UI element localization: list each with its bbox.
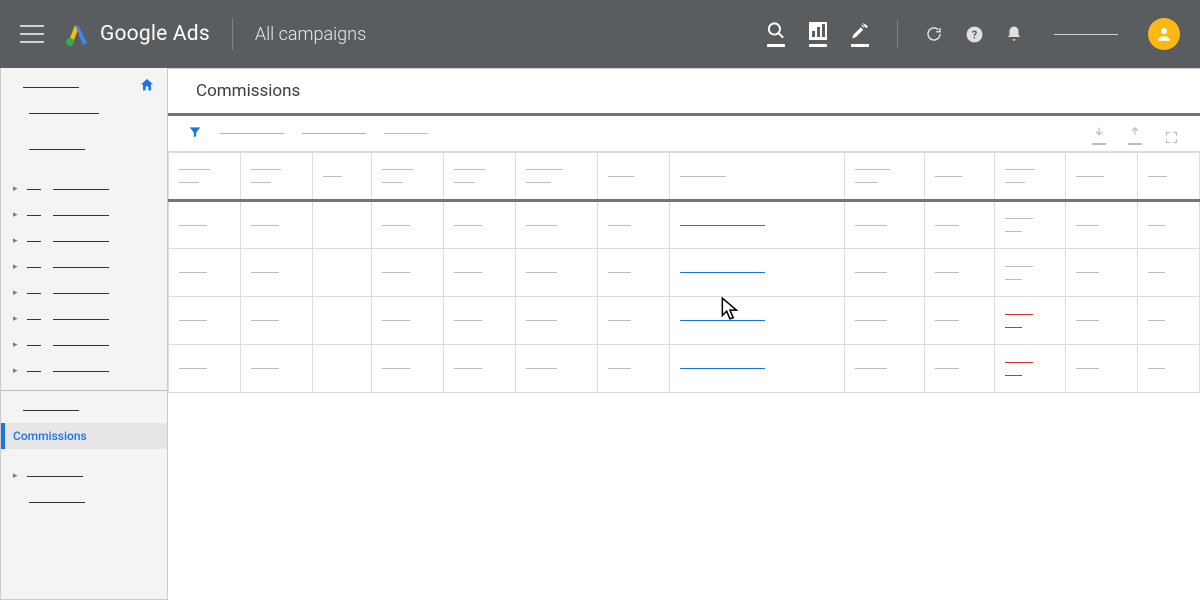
product-logo[interactable]: Google Ads: [64, 21, 210, 47]
product-name: Google Ads: [100, 22, 210, 46]
notifications-icon[interactable]: [1004, 24, 1024, 44]
scope-selector[interactable]: All campaigns: [255, 24, 366, 45]
sidebar-item-commissions[interactable]: Commissions: [1, 423, 167, 449]
search-icon[interactable]: [765, 21, 787, 47]
column-header[interactable]: [312, 153, 372, 201]
column-header[interactable]: [444, 153, 516, 201]
sidebar-item[interactable]: ▸: [1, 228, 167, 254]
sidebar-item[interactable]: ▸: [1, 280, 167, 306]
divider: [232, 18, 233, 50]
filter-chip[interactable]: [220, 133, 284, 134]
sidebar-item[interactable]: ▸: [1, 306, 167, 332]
upload-icon[interactable]: [1126, 123, 1144, 145]
column-header[interactable]: [994, 153, 1066, 201]
help-icon[interactable]: ?: [964, 24, 984, 44]
filter-icon[interactable]: [188, 124, 202, 143]
column-header[interactable]: [1138, 153, 1200, 201]
table-row[interactable]: [169, 201, 1200, 249]
reports-icon[interactable]: [807, 21, 829, 47]
divider: [897, 20, 898, 48]
refresh-icon[interactable]: [924, 24, 944, 44]
column-header[interactable]: [844, 153, 924, 201]
sidebar-item[interactable]: ▸: [1, 254, 167, 280]
tools-icon[interactable]: [849, 21, 871, 47]
sidebar-item[interactable]: ▸: [1, 202, 167, 228]
sidebar-item[interactable]: ▸: [1, 332, 167, 358]
sidebar-item[interactable]: ▸: [1, 463, 167, 489]
main-content: Commissions: [168, 68, 1200, 600]
table-row[interactable]: [169, 249, 1200, 297]
svg-text:?: ?: [971, 28, 977, 41]
sidebar-item[interactable]: [1, 489, 167, 515]
download-icon[interactable]: [1090, 123, 1108, 145]
sidebar-item[interactable]: [1, 100, 167, 126]
sidebar-item[interactable]: ▸: [1, 358, 167, 384]
sidebar-overview[interactable]: [1, 74, 167, 100]
column-header[interactable]: [924, 153, 994, 201]
column-header[interactable]: [1066, 153, 1138, 201]
filter-chip[interactable]: [302, 133, 366, 134]
filter-bar: [168, 116, 1200, 152]
menu-button[interactable]: [20, 25, 44, 43]
sidebar-item[interactable]: [1, 397, 167, 423]
column-header[interactable]: [598, 153, 670, 201]
page-title: Commissions: [168, 69, 1200, 113]
app-header: Google Ads All campaigns: [0, 0, 1200, 68]
filter-chip[interactable]: [384, 133, 428, 134]
expand-icon[interactable]: [1162, 123, 1180, 145]
column-header[interactable]: [240, 153, 312, 201]
commissions-table: [168, 152, 1200, 393]
table-row[interactable]: [169, 297, 1200, 345]
account-placeholder: [1054, 34, 1118, 35]
column-header[interactable]: [372, 153, 444, 201]
header-actions: ?: [765, 18, 1180, 50]
sidebar-item[interactable]: ▸: [1, 176, 167, 202]
table-header-row: [169, 153, 1200, 201]
table-row[interactable]: [169, 345, 1200, 393]
column-header[interactable]: [516, 153, 598, 201]
sidebar: ▸ ▸ ▸ ▸ ▸ ▸ ▸ ▸ Commissions ▸: [0, 68, 168, 600]
google-ads-icon: [64, 21, 90, 47]
avatar[interactable]: [1148, 18, 1180, 50]
home-icon: [139, 77, 155, 97]
sidebar-item[interactable]: [1, 136, 167, 162]
column-header[interactable]: [169, 153, 241, 201]
column-header[interactable]: [670, 153, 845, 201]
